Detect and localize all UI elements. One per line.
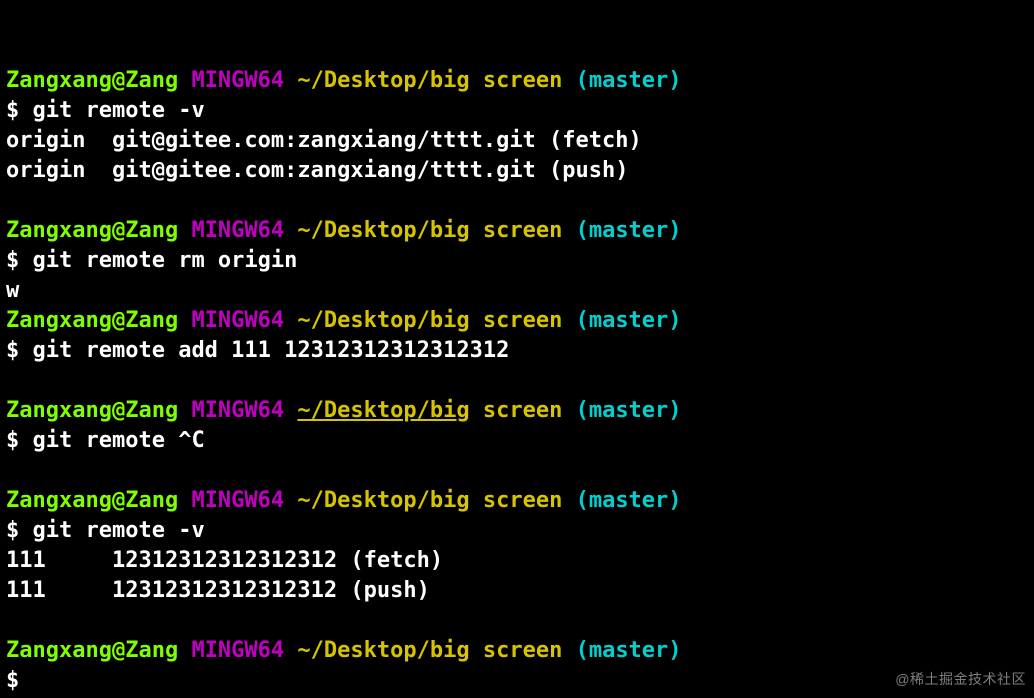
prompt-user: Zangxang@Zang xyxy=(6,638,178,663)
prompt-dollar: $ xyxy=(6,518,19,543)
terminal-lines: Zangxang@Zang MINGW64 ~/Desktop/big scre… xyxy=(6,66,1028,696)
prompt-path-tail: screen xyxy=(483,218,562,243)
prompt-dollar: $ xyxy=(6,428,19,453)
prompt-env: MINGW64 xyxy=(191,218,284,243)
prompt-user: Zangxang@Zang xyxy=(6,218,178,243)
prompt-branch: (master) xyxy=(576,398,682,423)
command-text: git remote rm origin xyxy=(33,248,298,273)
blank-line xyxy=(6,186,1028,216)
prompt-branch: (master) xyxy=(576,638,682,663)
prompt-dollar: $ xyxy=(6,248,19,273)
prompt-user: Zangxang@Zang xyxy=(6,488,178,513)
prompt-path-tail: screen xyxy=(483,638,562,663)
prompt-line: Zangxang@Zang MINGW64 ~/Desktop/big scre… xyxy=(6,66,1028,96)
prompt-line: Zangxang@Zang MINGW64 ~/Desktop/big scre… xyxy=(6,216,1028,246)
command-text: git remote ^C xyxy=(33,428,205,453)
prompt-path-tail: screen xyxy=(483,488,562,513)
command-text: git remote -v xyxy=(33,98,205,123)
watermark: @稀土掘金技术社区 xyxy=(895,664,1026,694)
prompt-path: ~/Desktop/big xyxy=(297,218,469,243)
prompt-path: ~/Desktop/big xyxy=(297,398,469,423)
prompt-branch: (master) xyxy=(576,68,682,93)
prompt-branch: (master) xyxy=(576,218,682,243)
command-line: $ xyxy=(6,666,1028,696)
prompt-line: Zangxang@Zang MINGW64 ~/Desktop/big scre… xyxy=(6,486,1028,516)
output-text: 111 12312312312312312 (push) xyxy=(6,578,430,603)
prompt-line: Zangxang@Zang MINGW64 ~/Desktop/big scre… xyxy=(6,636,1028,666)
blank-line xyxy=(6,606,1028,636)
prompt-line: Zangxang@Zang MINGW64 ~/Desktop/big scre… xyxy=(6,396,1028,426)
prompt-branch: (master) xyxy=(576,488,682,513)
prompt-env: MINGW64 xyxy=(191,638,284,663)
command-text: git remote -v xyxy=(33,518,205,543)
prompt-user: Zangxang@Zang xyxy=(6,308,178,333)
prompt-dollar: $ xyxy=(6,98,19,123)
output-line: 111 12312312312312312 (push) xyxy=(6,576,1028,606)
prompt-branch: (master) xyxy=(576,308,682,333)
output-text: origin git@gitee.com:zangxiang/tttt.git … xyxy=(6,158,629,183)
blank-line xyxy=(6,456,1028,486)
command-line: $ git remote add 111 12312312312312312 xyxy=(6,336,1028,366)
output-line: origin git@gitee.com:zangxiang/tttt.git … xyxy=(6,126,1028,156)
output-line: origin git@gitee.com:zangxiang/tttt.git … xyxy=(6,156,1028,186)
prompt-user: Zangxang@Zang xyxy=(6,398,178,423)
prompt-user: Zangxang@Zang xyxy=(6,68,178,93)
output-line: 111 12312312312312312 (fetch) xyxy=(6,546,1028,576)
blank-line xyxy=(6,366,1028,396)
prompt-env: MINGW64 xyxy=(191,398,284,423)
output-line: w xyxy=(6,276,1028,306)
terminal-window[interactable]: Zangxang@Zang MINGW64 ~/Desktop/big scre… xyxy=(0,0,1034,698)
prompt-path: ~/Desktop/big xyxy=(297,68,469,93)
output-text: origin git@gitee.com:zangxiang/tttt.git … xyxy=(6,128,642,153)
output-text: w xyxy=(6,278,19,303)
command-line: $ git remote ^C xyxy=(6,426,1028,456)
prompt-env: MINGW64 xyxy=(191,308,284,333)
command-line: $ git remote -v xyxy=(6,516,1028,546)
prompt-path: ~/Desktop/big xyxy=(297,638,469,663)
prompt-line: Zangxang@Zang MINGW64 ~/Desktop/big scre… xyxy=(6,306,1028,336)
prompt-env: MINGW64 xyxy=(191,68,284,93)
command-text: git remote add 111 12312312312312312 xyxy=(33,338,510,363)
prompt-path-tail: screen xyxy=(483,68,562,93)
output-text: 111 12312312312312312 (fetch) xyxy=(6,548,443,573)
prompt-dollar: $ xyxy=(6,668,19,693)
prompt-env: MINGW64 xyxy=(191,488,284,513)
prompt-path-tail: screen xyxy=(483,308,562,333)
command-line: $ git remote rm origin xyxy=(6,246,1028,276)
prompt-path: ~/Desktop/big xyxy=(297,308,469,333)
prompt-path-tail: screen xyxy=(483,398,562,423)
prompt-path: ~/Desktop/big xyxy=(297,488,469,513)
command-line: $ git remote -v xyxy=(6,96,1028,126)
prompt-dollar: $ xyxy=(6,338,19,363)
